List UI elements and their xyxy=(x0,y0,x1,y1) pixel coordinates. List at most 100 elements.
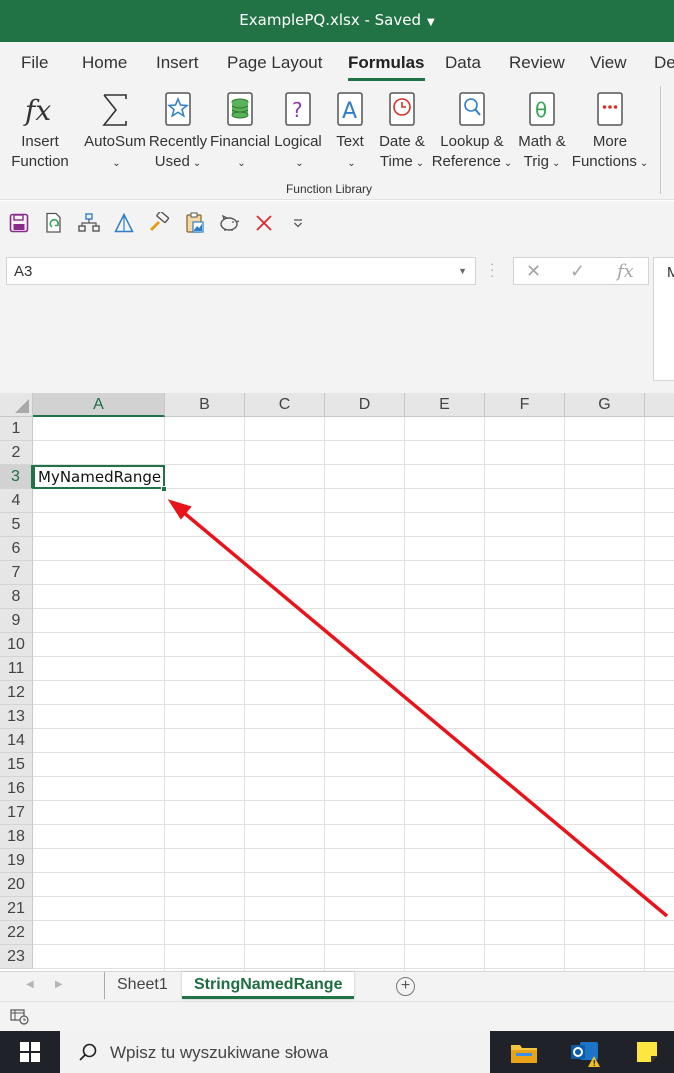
chevron-down-icon: ⌄ xyxy=(295,158,304,169)
more-functions-label: More xyxy=(592,133,628,150)
hierarchy-icon[interactable] xyxy=(78,212,100,234)
text-book-icon: A xyxy=(330,88,370,132)
windows-start-button[interactable] xyxy=(0,1031,60,1073)
refresh-file-icon[interactable] xyxy=(43,212,65,234)
sheet-tab-sheet1[interactable]: Sheet1 xyxy=(104,972,180,999)
windows-logo-icon xyxy=(20,1042,40,1062)
cell-mode-icon[interactable] xyxy=(10,1009,30,1030)
chevron-down-icon: ⌄ xyxy=(551,158,561,169)
tab-view[interactable]: View xyxy=(590,53,627,73)
dots-book-icon xyxy=(570,88,650,132)
window-title[interactable]: ExamplePQ.xlsx - Saved ▼ xyxy=(0,11,674,29)
financial-button[interactable]: Financial ⌄ xyxy=(208,88,272,174)
chevron-down-icon: ⌄ xyxy=(237,158,246,169)
formula-buttons: ✕ ✓ fx xyxy=(513,257,649,285)
red-arrow-annotation xyxy=(167,499,669,918)
fx-icon[interactable]: fx xyxy=(617,261,634,282)
window-title-text: ExamplePQ.xlsx - Saved xyxy=(239,11,422,29)
more-functions-label-2: Functions xyxy=(571,153,637,170)
lookup-reference-button[interactable]: Lookup & Reference ⌄ xyxy=(430,88,514,174)
enter-check-icon[interactable]: ✓ xyxy=(570,261,585,282)
lookup-reference-label-2: Reference xyxy=(431,153,501,170)
logical-button[interactable]: ? Logical ⌄ xyxy=(272,88,324,174)
star-book-icon xyxy=(148,88,208,132)
svg-text:fx: fx xyxy=(23,94,51,127)
format-painter-icon[interactable] xyxy=(148,212,170,234)
autosum-label: AutoSum xyxy=(84,133,146,150)
resize-handle-icon[interactable]: · · · xyxy=(490,257,494,282)
math-trig-button[interactable]: θ Math & Trig ⌄ xyxy=(514,88,570,174)
question-book-icon: ? xyxy=(272,88,324,132)
formula-input[interactable]: M xyxy=(653,257,674,381)
sheet-tab-stringnamedrange[interactable]: StringNamedRange xyxy=(182,972,355,999)
svg-text:!: ! xyxy=(593,1059,597,1067)
recently-used-label: Recently xyxy=(148,133,208,150)
ribbon-tabs: File Home Insert Page Layout Formulas Da… xyxy=(0,42,674,82)
delete-x-icon[interactable] xyxy=(253,212,275,234)
math-trig-label: Math & xyxy=(518,133,566,150)
quick-access-toolbar xyxy=(0,201,674,243)
chevron-down-icon: ⌄ xyxy=(415,158,425,169)
tab-developer[interactable]: De xyxy=(654,53,674,73)
magnifier-book-icon xyxy=(430,88,514,132)
chevron-down-icon: ▼ xyxy=(427,17,435,28)
text-button[interactable]: A Text ⌄ xyxy=(330,88,370,174)
svg-text:?: ? xyxy=(292,98,303,122)
function-library-label: Function Library xyxy=(285,182,373,196)
paste-picture-icon[interactable] xyxy=(184,212,206,234)
name-box[interactable]: A3 ▼ xyxy=(6,257,476,285)
ribbon-separator xyxy=(660,86,661,194)
clock-book-icon xyxy=(373,88,431,132)
math-trig-label-2: Trig xyxy=(523,153,549,170)
sticky-notes-icon[interactable] xyxy=(634,1039,662,1065)
chevron-down-icon: ⌄ xyxy=(503,158,513,169)
chevron-down-icon: ⌄ xyxy=(347,158,356,169)
sigma-icon xyxy=(82,88,148,132)
autosum-button[interactable]: AutoSum ⌄ xyxy=(82,88,148,174)
chevron-down-icon[interactable]: ▼ xyxy=(458,266,467,276)
outlook-icon[interactable]: ! xyxy=(570,1039,600,1068)
chevron-down-icon: ⌄ xyxy=(192,158,202,169)
scroll-right-icon[interactable]: ▶ xyxy=(55,979,63,990)
tab-home[interactable]: Home xyxy=(82,53,127,73)
tab-data[interactable]: Data xyxy=(445,53,481,73)
recently-used-label-2: Used xyxy=(154,153,190,170)
triangle-icon[interactable] xyxy=(113,212,135,234)
new-sheet-button[interactable]: + xyxy=(396,977,415,996)
date-time-label: Date & xyxy=(379,133,425,150)
tab-page-layout[interactable]: Page Layout xyxy=(227,53,322,73)
taskbar-search-box[interactable]: Wpisz tu wyszukiwane słowa xyxy=(60,1031,490,1073)
insert-function-label-2: Function xyxy=(11,153,69,170)
text-label: Text xyxy=(336,133,364,150)
tab-file[interactable]: File xyxy=(21,53,48,73)
cancel-icon[interactable]: ✕ xyxy=(526,261,541,282)
recently-used-button[interactable]: Recently Used ⌄ xyxy=(148,88,208,174)
arrow-shaft xyxy=(181,510,669,918)
more-functions-button[interactable]: More Functions ⌄ xyxy=(570,88,650,174)
tab-formulas[interactable]: Formulas xyxy=(348,53,425,81)
title-bar: ExamplePQ.xlsx - Saved ▼ xyxy=(0,0,674,42)
name-box-value: A3 xyxy=(14,263,33,280)
chevron-down-icon: ⌄ xyxy=(112,158,121,169)
insert-function-button[interactable]: fx Insert Function xyxy=(10,88,70,172)
tab-review[interactable]: Review xyxy=(509,53,565,73)
logical-label: Logical xyxy=(274,133,322,150)
coins-book-icon xyxy=(208,88,272,132)
tab-insert[interactable]: Insert xyxy=(156,53,199,73)
file-explorer-icon[interactable] xyxy=(510,1039,538,1065)
date-time-button[interactable]: Date & Time ⌄ xyxy=(373,88,431,174)
piggy-bank-icon[interactable] xyxy=(218,212,240,234)
financial-label: Financial xyxy=(209,133,271,150)
lookup-reference-label: Lookup & xyxy=(440,133,504,150)
save-icon[interactable] xyxy=(8,212,30,234)
search-placeholder: Wpisz tu wyszukiwane słowa xyxy=(110,1043,329,1062)
scroll-left-icon[interactable]: ◀ xyxy=(26,979,34,990)
formula-bar-area: A3 ▼ ··· ✕ ✓ fx M xyxy=(0,243,674,393)
chevron-down-icon: ⌄ xyxy=(639,158,649,169)
search-icon xyxy=(78,1042,98,1067)
svg-text:θ: θ xyxy=(535,98,547,122)
status-bar xyxy=(0,1001,674,1031)
svg-text:A: A xyxy=(342,99,357,124)
windows-taskbar: Wpisz tu wyszukiwane słowa ! xyxy=(0,1031,674,1073)
customize-dropdown-icon[interactable] xyxy=(287,212,309,234)
